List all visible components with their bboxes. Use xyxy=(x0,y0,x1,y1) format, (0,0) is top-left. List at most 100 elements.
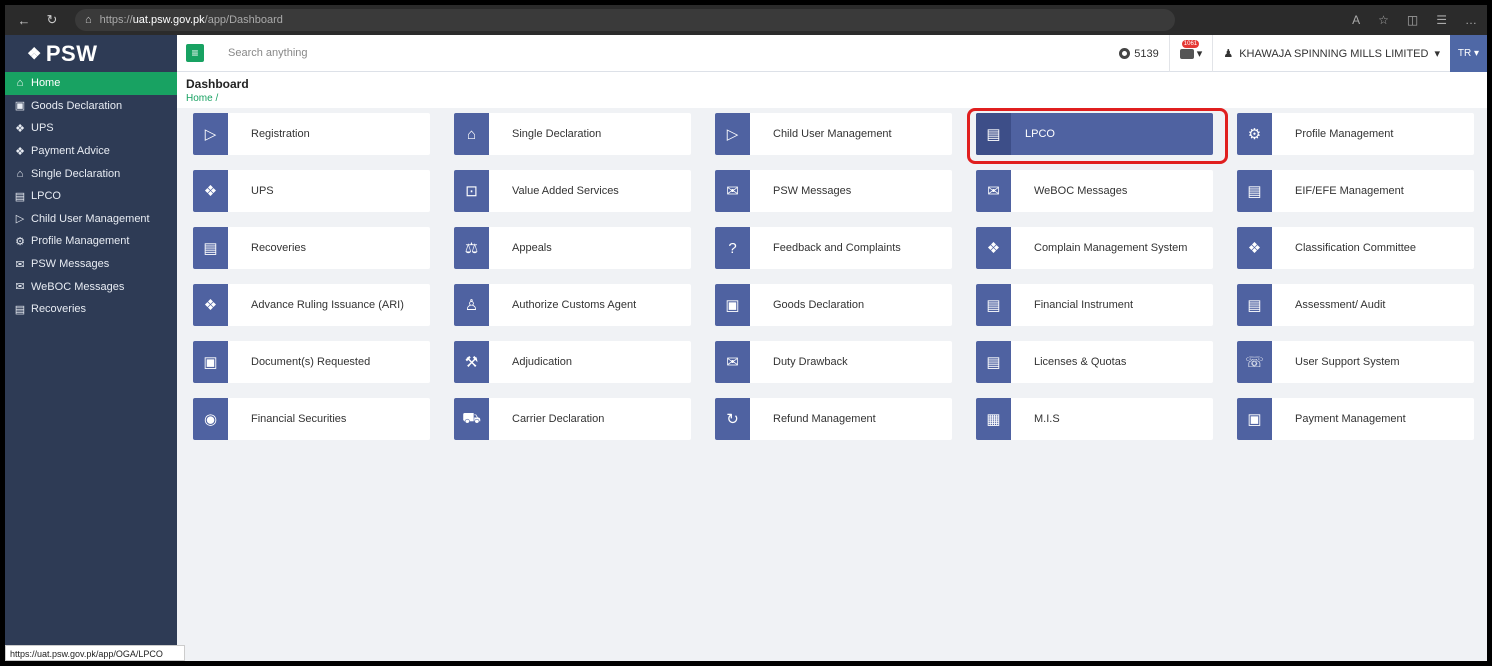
tile-user-support-system[interactable]: ☏ User Support System xyxy=(1237,341,1474,383)
tile-advance-ruling-issuance-ari[interactable]: ❖ Advance Ruling Issuance (ARI) xyxy=(193,284,430,326)
tile-label: Payment Management xyxy=(1295,413,1406,425)
tile-icon: ⚖ xyxy=(454,227,489,269)
sidebar-item-ups[interactable]: ❖ UPS xyxy=(5,117,177,140)
tile-single-declaration[interactable]: ⌂ Single Declaration xyxy=(454,113,691,155)
tile-registration[interactable]: ▷ Registration xyxy=(193,113,430,155)
tile-label: Adjudication xyxy=(512,356,572,368)
tile-financial-instrument[interactable]: ▤ Financial Instrument xyxy=(976,284,1213,326)
tile-assessment-audit[interactable]: ▤ Assessment/ Audit xyxy=(1237,284,1474,326)
tile-feedback-and-complaints[interactable]: ? Feedback and Complaints xyxy=(715,227,952,269)
tile-document-s-requested[interactable]: ▣ Document(s) Requested xyxy=(193,341,430,383)
split-icon[interactable]: ◫ xyxy=(1407,13,1418,27)
sidebar-item-profile-management[interactable]: ⚙ Profile Management xyxy=(5,230,177,253)
tile-icon: ↻ xyxy=(715,398,750,440)
top-header: ≡ Search anything 5139 1061 ▾ ♟ KHAWAJA … xyxy=(177,35,1487,72)
back-icon[interactable]: ← xyxy=(15,13,33,28)
search-input[interactable]: Search anything xyxy=(228,47,308,59)
page-title-bar: Dashboard Home / xyxy=(177,72,1487,108)
tile-duty-drawback[interactable]: ✉ Duty Drawback xyxy=(715,341,952,383)
breadcrumb[interactable]: Home / xyxy=(186,93,1487,104)
tile-classification-committee[interactable]: ❖ Classification Committee xyxy=(1237,227,1474,269)
tile-financial-securities[interactable]: ◉ Financial Securities xyxy=(193,398,430,440)
ups-icon: ❖ xyxy=(15,122,25,135)
messages-button[interactable]: 1061 ▾ xyxy=(1168,35,1213,72)
tile-weboc-messages[interactable]: ✉ WeBOC Messages xyxy=(976,170,1213,212)
sidebar: ❖ PSW ⌂ Home ▣ Goods Declaration ❖ UPS ❖ Payment… xyxy=(5,35,185,661)
tile-profile-management[interactable]: ⚙ Profile Management xyxy=(1237,113,1474,155)
sidebar-item-label: LPCO xyxy=(31,190,61,203)
goods-icon: ▣ xyxy=(14,100,26,113)
address-bar[interactable]: ⌂ https://uat.psw.gov.pk/app/Dashboard xyxy=(75,9,1175,31)
tile-icon: ▤ xyxy=(976,341,1011,383)
tile-value-added-services[interactable]: ⊡ Value Added Services xyxy=(454,170,691,212)
tile-icon: ♙ xyxy=(454,284,489,326)
tile-eif-efe-management[interactable]: ▤ EIF/EFE Management xyxy=(1237,170,1474,212)
tile-ups[interactable]: ❖ UPS xyxy=(193,170,430,212)
sidebar-item-label: PSW Messages xyxy=(31,258,110,271)
tile-label: Document(s) Requested xyxy=(251,356,371,368)
company-dropdown[interactable]: ♟ KHAWAJA SPINNING MILLS LIMITED ▾ xyxy=(1212,35,1450,72)
sidebar-item-label: Profile Management xyxy=(31,235,130,248)
home-icon: ⌂ xyxy=(16,77,24,90)
tile-icon: ▤ xyxy=(193,227,228,269)
tile-label: Carrier Declaration xyxy=(512,413,605,425)
tile-icon: ✉ xyxy=(715,341,750,383)
tile-payment-management[interactable]: ▣ Payment Management xyxy=(1237,398,1474,440)
sidebar-item-weboc-messages[interactable]: ✉ WeBOC Messages xyxy=(5,275,177,298)
tile-label: User Support System xyxy=(1295,356,1400,368)
tile-label: WeBOC Messages xyxy=(1034,185,1128,197)
sidebar-item-recoveries[interactable]: ▤ Recoveries xyxy=(5,298,177,321)
refresh-icon[interactable]: ↻ xyxy=(43,12,61,28)
tile-label: Refund Management xyxy=(773,413,876,425)
tile-label: Licenses & Quotas xyxy=(1034,356,1127,368)
tile-appeals[interactable]: ⚖ Appeals xyxy=(454,227,691,269)
chevron-down-icon: ▾ xyxy=(1196,48,1203,60)
tile-m-i-s[interactable]: ▦ M.I.S xyxy=(976,398,1213,440)
sidebar-item-label: Goods Declaration xyxy=(31,99,123,112)
tile-label: Appeals xyxy=(512,242,552,254)
tile-recoveries[interactable]: ▤ Recoveries xyxy=(193,227,430,269)
more-icon[interactable]: … xyxy=(1465,13,1477,27)
sidebar-item-lpco[interactable]: ▤ LPCO xyxy=(5,185,177,208)
tile-icon: ❖ xyxy=(193,170,228,212)
sidebar-item-goods-declaration[interactable]: ▣ Goods Declaration xyxy=(5,95,177,118)
sidebar-item-child-user-management[interactable]: ▷ Child User Management xyxy=(5,208,177,231)
tile-icon: ▣ xyxy=(715,284,750,326)
tile-carrier-declaration[interactable]: ⛟ Carrier Declaration xyxy=(454,398,691,440)
sidebar-item-single-declaration[interactable]: ⌂ Single Declaration xyxy=(5,162,177,185)
tile-goods-declaration[interactable]: ▣ Goods Declaration xyxy=(715,284,952,326)
payment-icon: ❖ xyxy=(15,145,25,158)
chevron-down-icon: ▾ xyxy=(1434,48,1440,60)
sidebar-item-psw-messages[interactable]: ✉ PSW Messages xyxy=(5,253,177,276)
child-user-icon: ▷ xyxy=(15,213,25,226)
lock-icon: ⌂ xyxy=(85,14,92,26)
tile-authorize-customs-agent[interactable]: ♙ Authorize Customs Agent xyxy=(454,284,691,326)
tile-label: Authorize Customs Agent xyxy=(512,299,637,311)
tile-label: Profile Management xyxy=(1295,128,1394,140)
profile-icon: ⚙ xyxy=(15,235,25,248)
user-icon: ♟ xyxy=(1223,48,1234,60)
tile-refund-management[interactable]: ↻ Refund Management xyxy=(715,398,952,440)
collections-icon[interactable]: ☰ xyxy=(1436,13,1447,27)
tile-label: Complain Management System xyxy=(1034,242,1188,254)
tile-complain-management-system[interactable]: ❖ Complain Management System xyxy=(976,227,1213,269)
sidebar-item-payment-advice[interactable]: ❖ Payment Advice xyxy=(5,140,177,163)
menu-toggle-button[interactable]: ≡ xyxy=(186,44,204,62)
tile-icon: ? xyxy=(715,227,750,269)
tile-icon: ▷ xyxy=(193,113,228,155)
tile-icon: ✉ xyxy=(976,170,1011,212)
sidebar-item-home[interactable]: ⌂ Home xyxy=(5,72,177,95)
tile-child-user-management[interactable]: ▷ Child User Management xyxy=(715,113,952,155)
tile-label: Financial Instrument xyxy=(1034,299,1134,311)
favorite-star-icon[interactable]: ☆ xyxy=(1378,13,1389,27)
user-avatar[interactable]: TR ▾ xyxy=(1450,35,1487,72)
points-display: 5139 xyxy=(1119,48,1168,60)
envelope-icon xyxy=(1179,48,1194,59)
tile-icon: ▦ xyxy=(976,398,1011,440)
tile-psw-messages[interactable]: ✉ PSW Messages xyxy=(715,170,952,212)
tile-icon: ⌂ xyxy=(454,113,489,155)
psw-logo[interactable]: ❖ PSW xyxy=(5,35,177,72)
tile-adjudication[interactable]: ⚒ Adjudication xyxy=(454,341,691,383)
read-aloud-icon[interactable]: A xyxy=(1352,13,1360,27)
tile-licenses-quotas[interactable]: ▤ Licenses & Quotas xyxy=(976,341,1213,383)
